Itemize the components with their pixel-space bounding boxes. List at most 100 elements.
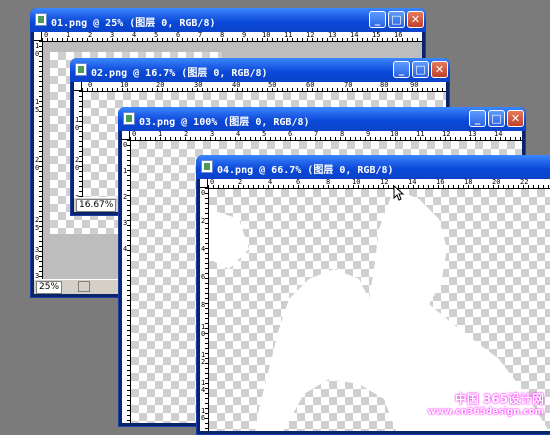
ruler-tick-label: 1: [75, 116, 80, 124]
vertical-ruler[interactable]: 0 1 2 3 4: [122, 140, 131, 423]
close-button[interactable]: ✕: [507, 110, 524, 127]
ruler-tick-label: 6: [288, 131, 293, 138]
zoom-level-field[interactable]: 25%: [36, 281, 63, 294]
minimize-button[interactable]: _: [469, 110, 486, 127]
ruler-tick-label: 4: [132, 32, 137, 39]
ruler-tick-label: 3: [210, 131, 215, 138]
ruler-tick-label: 14: [494, 131, 503, 138]
horizontal-ruler[interactable]: 0 2 4 6 8 10 12 14 16 18 20 22: [208, 179, 550, 189]
ruler-tick-label: 16: [394, 32, 403, 39]
window-04-title: 04.png @ 66.7% (图层 0, RGB/8): [217, 165, 394, 176]
ruler-tick-label: 0: [35, 164, 40, 172]
close-button[interactable]: ✕: [431, 61, 448, 78]
ruler-tick-label: 0: [88, 82, 93, 89]
document-icon: [123, 112, 135, 125]
ruler-tick-label: 0: [35, 254, 40, 262]
ruler-tick-label: 11: [416, 131, 425, 138]
ruler-tick-label: 0: [210, 179, 215, 186]
site-watermark: 中国 365设计网 www.cn365design.com: [428, 390, 544, 417]
ruler-tick-label: 18: [464, 179, 473, 186]
window-03-titlebar[interactable]: 03.png @ 100% (图层 0, RGB/8) _ □ ✕: [118, 107, 526, 131]
ruler-tick-label: 4: [201, 245, 206, 253]
ruler-tick-label: 30: [194, 82, 203, 89]
ruler-tick-label: 2: [88, 32, 93, 39]
ruler-tick-label: 1: [123, 167, 128, 175]
window-03-title: 03.png @ 100% (图层 0, RGB/8): [139, 117, 310, 128]
ruler-tick-label: 50: [268, 82, 277, 89]
ruler-tick-label: 5: [262, 131, 267, 138]
ruler-tick-label: 0: [123, 141, 128, 149]
document-icon: [201, 160, 213, 173]
ruler-tick-label: 2: [35, 216, 40, 224]
ruler-origin[interactable]: [122, 131, 130, 140]
vertical-ruler[interactable]: 1 0 1 5 2 0 2 5 3 0 3 5: [34, 41, 43, 294]
ruler-tick-label: 4: [123, 245, 128, 253]
ruler-tick-label: 2: [201, 358, 206, 366]
window-02-titlebar[interactable]: 02.png @ 16.7% (图层 0, RGB/8) _ □ ✕: [70, 58, 450, 82]
ruler-tick-label: 10: [262, 32, 271, 39]
window-01-titlebar[interactable]: 01.png @ 25% (图层 0, RGB/8) _ □ ✕: [30, 8, 426, 32]
ruler-tick-label: 12: [306, 32, 315, 39]
ruler-tick-label: 8: [201, 301, 206, 309]
zoom-level-field[interactable]: 16.67%: [76, 199, 117, 212]
ruler-origin[interactable]: [74, 82, 82, 91]
ruler-origin[interactable]: [200, 179, 208, 188]
window-02-title: 02.png @ 16.7% (图层 0, RGB/8): [91, 68, 268, 79]
ruler-tick-label: 9: [366, 131, 371, 138]
ruler-tick-label: 8: [340, 131, 345, 138]
window-04-titlebar[interactable]: 04.png @ 66.7% (图层 0, RGB/8): [196, 155, 550, 179]
ruler-tick-label: 13: [468, 131, 477, 138]
ruler-tick-label: 1: [35, 98, 40, 106]
ruler-tick-label: 8: [220, 32, 225, 39]
ruler-tick-label: 0: [132, 131, 137, 138]
horizontal-ruler[interactable]: 0 1 2 3 4 5 6 7 8 9 10 11 12 13 14: [130, 131, 522, 141]
maximize-button[interactable]: □: [488, 110, 505, 127]
ruler-tick-label: 16: [436, 179, 445, 186]
ruler-tick-label: 2: [123, 193, 128, 201]
ruler-tick-label: 10: [390, 131, 399, 138]
ruler-tick-label: 3: [123, 219, 128, 227]
ruler-tick-label: 6: [201, 273, 206, 281]
watermark-line-1: 中国 365设计网: [454, 392, 544, 406]
minimize-button[interactable]: _: [393, 61, 410, 78]
ruler-tick-label: 13: [328, 32, 337, 39]
ruler-tick-label: 2: [35, 156, 40, 164]
ruler-tick-label: 20: [156, 82, 165, 89]
window-01-title: 01.png @ 25% (图层 0, RGB/8): [51, 18, 216, 29]
ruler-tick-label: 90: [410, 82, 419, 89]
ruler-tick-label: 10: [120, 82, 129, 89]
ruler-tick-label: 9: [242, 32, 247, 39]
ruler-tick-label: 7: [198, 32, 203, 39]
mouse-pointer-icon: [393, 185, 405, 201]
ruler-tick-label: 0: [44, 32, 49, 39]
ruler-tick-label: 8: [326, 179, 331, 186]
ruler-tick-label: 6: [176, 32, 181, 39]
maximize-button[interactable]: □: [388, 11, 405, 28]
ruler-tick-label: 7: [314, 131, 319, 138]
ruler-tick-label: 40: [232, 82, 241, 89]
close-button[interactable]: ✕: [407, 11, 424, 28]
ruler-tick-label: 2: [201, 217, 206, 225]
ruler-tick-label: 1: [35, 42, 40, 50]
ruler-tick-label: 4: [236, 131, 241, 138]
horizontal-ruler[interactable]: 0 10 20 30 40 50 60 70 80 90: [82, 82, 446, 92]
ruler-tick-label: 0: [201, 330, 206, 338]
ruler-tick-label: 60: [306, 82, 315, 89]
ruler-tick-label: 3: [35, 246, 40, 254]
ruler-tick-label: 14: [408, 179, 417, 186]
minimize-button[interactable]: _: [369, 11, 386, 28]
ruler-tick-label: 20: [492, 179, 501, 186]
vertical-ruler[interactable]: 1 0 2 0 3 0: [74, 91, 83, 212]
document-icon: [75, 63, 87, 76]
ruler-tick-label: 0: [75, 124, 80, 132]
ruler-tick-label: 70: [344, 82, 353, 89]
ruler-tick-label: 1: [158, 131, 163, 138]
maximize-button[interactable]: □: [412, 61, 429, 78]
ruler-tick-label: 22: [520, 179, 529, 186]
ruler-origin[interactable]: [34, 32, 42, 41]
horizontal-ruler[interactable]: 0 1 2 3 4 5 6 7 8 9 10 11 12 13 14 15 16: [42, 32, 422, 42]
ruler-tick-label: 5: [35, 106, 40, 114]
status-menu-button[interactable]: [78, 281, 90, 292]
vertical-ruler[interactable]: 0 2 4 6 8 1 0 1 2 1 4 1 6: [200, 188, 209, 431]
ruler-tick-label: 1: [66, 32, 71, 39]
